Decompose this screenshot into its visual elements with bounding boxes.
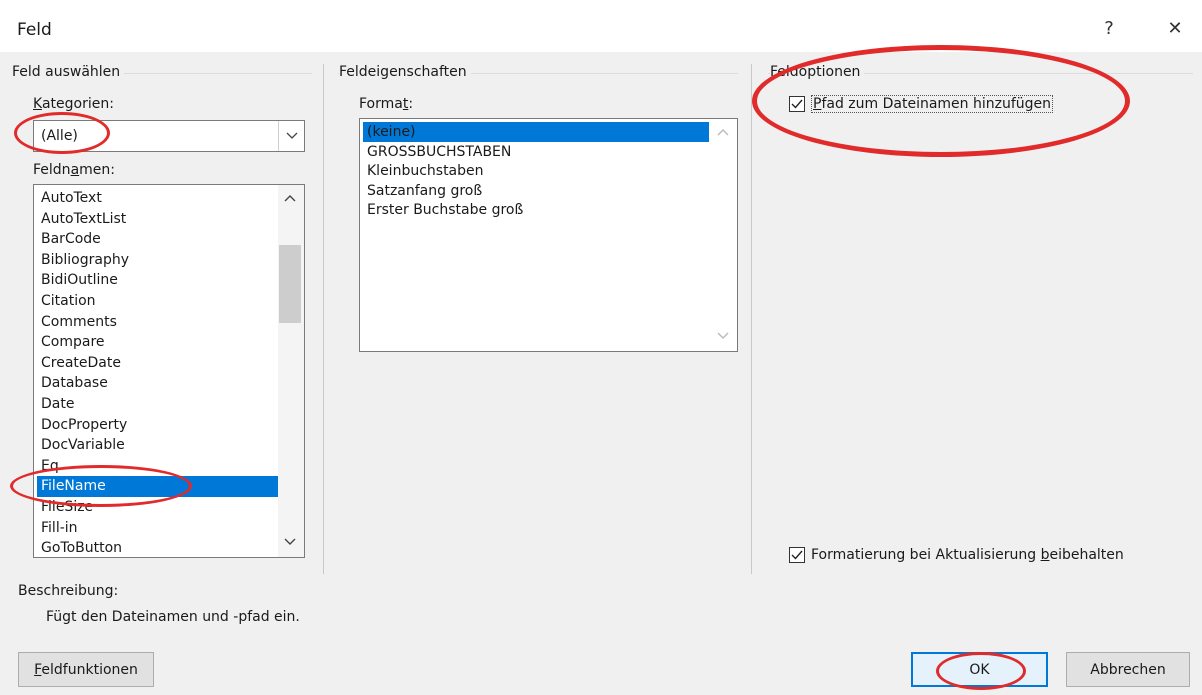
keep-format-checkbox-box[interactable] (789, 547, 805, 563)
categories-label: Kategorien: (33, 96, 114, 112)
cancel-button[interactable]: Abbrechen (1066, 652, 1190, 687)
field-dialog: Feld ? ✕ Feld auswählen Kategorien: (All… (0, 0, 1202, 695)
description-text: Fügt den Dateinamen und -pfad ein. (46, 609, 300, 625)
ok-button[interactable]: OK (911, 652, 1048, 687)
chevron-down-icon (717, 332, 729, 339)
fieldname-item[interactable]: Compare (37, 332, 278, 353)
fieldname-item[interactable]: Database (37, 373, 278, 394)
format-item[interactable]: GROSSBUCHSTABEN (363, 142, 709, 162)
fieldname-item[interactable]: Bibliography (37, 250, 278, 271)
description-label: Beschreibung: (18, 583, 119, 599)
title-bar: Feld ? ✕ (0, 0, 1202, 52)
fieldname-item[interactable]: BidiOutline (37, 270, 278, 291)
format-listbox[interactable]: (keine) GROSSBUCHSTABEN Kleinbuchstaben Sat… (359, 118, 738, 352)
fieldname-item[interactable]: BarCode (37, 229, 278, 250)
keep-format-label: Formatierung bei Aktualisierung beibehal… (811, 547, 1124, 563)
format-item[interactable]: Satzanfang groß (363, 181, 709, 201)
help-icon: ? (1104, 17, 1114, 39)
categories-combobox[interactable]: (Alle) (33, 120, 305, 152)
help-button[interactable]: ? (1086, 10, 1132, 46)
checkmark-icon (791, 550, 803, 560)
fieldname-item[interactable]: Citation (37, 291, 278, 312)
options-group-title: Feldoptionen (770, 64, 865, 80)
add-path-checkbox[interactable]: Pfad zum Dateinamen hinzufügen (789, 95, 1054, 113)
format-scrollbar[interactable] (711, 119, 737, 351)
properties-group-title: Feldeigenschaften (339, 64, 471, 80)
categories-dropdown-button[interactable] (278, 121, 304, 151)
add-path-checkbox-box[interactable] (789, 96, 805, 112)
separator-left (323, 64, 324, 574)
fieldname-item[interactable]: FileName (37, 476, 278, 497)
fieldnames-listbox[interactable]: AutoText AutoTextList BarCode Bibliography B… (33, 184, 305, 558)
fieldname-item[interactable]: Comments (37, 312, 278, 333)
window-title: Feld (17, 20, 52, 40)
chevron-up-icon (284, 195, 296, 202)
format-scroll-up-button[interactable] (711, 121, 735, 143)
chevron-down-icon (284, 538, 296, 545)
format-item[interactable]: Kleinbuchstaben (363, 161, 709, 181)
format-item[interactable]: Erster Buchstabe groß (363, 200, 709, 220)
fieldnames-label: Feldnamen: (33, 162, 115, 178)
scroll-down-button[interactable] (278, 531, 302, 553)
close-button[interactable]: ✕ (1152, 10, 1198, 46)
chevron-down-icon (286, 132, 297, 139)
ok-label: OK (969, 661, 990, 678)
fieldname-item[interactable]: GoToButton (37, 538, 278, 557)
fieldname-item[interactable]: AutoTextList (37, 209, 278, 230)
categories-value: (Alle) (41, 128, 78, 144)
format-label: Format: (359, 96, 414, 112)
fieldname-item[interactable]: Date (37, 394, 278, 415)
separator-right (751, 64, 752, 574)
checkmark-icon (791, 99, 803, 109)
keep-format-checkbox[interactable]: Formatierung bei Aktualisierung beibehal… (789, 547, 1124, 563)
fieldname-item[interactable]: DocProperty (37, 415, 278, 436)
fieldname-item[interactable]: Eq (37, 456, 278, 477)
fieldname-item[interactable]: DocVariable (37, 435, 278, 456)
fieldname-item[interactable]: AutoText (37, 188, 278, 209)
add-path-label: Pfad zum Dateinamen hinzufügen (811, 95, 1054, 113)
field-codes-button[interactable]: Feldfunktionen (18, 652, 154, 687)
fieldname-item[interactable]: Fill-in (37, 518, 278, 539)
cancel-label: Abbrechen (1090, 661, 1166, 678)
scroll-thumb[interactable] (279, 245, 301, 323)
fieldname-item[interactable]: CreateDate (37, 353, 278, 374)
scroll-up-button[interactable] (278, 187, 302, 209)
fieldname-item[interactable]: FileSize (37, 497, 278, 518)
field-codes-label: Feldfunktionen (34, 661, 138, 678)
close-icon: ✕ (1167, 17, 1183, 39)
chevron-up-icon (717, 129, 729, 136)
format-item[interactable]: (keine) (363, 122, 709, 142)
format-scroll-down-button[interactable] (711, 325, 735, 347)
select-group-title: Feld auswählen (12, 64, 125, 80)
fieldnames-scrollbar[interactable] (278, 185, 304, 557)
